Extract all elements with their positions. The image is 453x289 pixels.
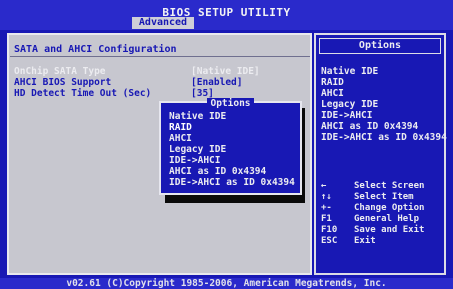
page-title: SATA and AHCI Configuration [14, 44, 177, 55]
popup-title: Options [159, 98, 302, 109]
key-exit: ESC [321, 236, 338, 246]
title-divider [10, 56, 310, 57]
popup-option-ahci-as-id[interactable]: AHCI as ID 0x4394 [169, 166, 266, 177]
bios-title: BIOS SETUP UTILITY [162, 6, 291, 19]
popup-option-ide-to-ahci[interactable]: IDE->AHCI [169, 155, 220, 166]
popup-option-ide-to-ahci-as-id[interactable]: IDE->AHCI as ID 0x4394 [169, 177, 295, 188]
popup-title-text: Options [207, 98, 254, 109]
setting-label-hd-detect-timeout[interactable]: HD Detect Time Out (Sec) [14, 88, 151, 100]
help-title: Options [358, 40, 402, 51]
popup-option-native-ide[interactable]: Native IDE [169, 111, 226, 122]
key-desc: Exit [354, 236, 376, 246]
help-option: IDE->AHCI as ID 0x4394 [321, 132, 447, 143]
popup-option-ahci[interactable]: AHCI [169, 133, 192, 144]
popup-option-legacy-ide[interactable]: Legacy IDE [169, 144, 226, 155]
tab-advanced[interactable]: Advanced [132, 17, 194, 29]
popup-option-raid[interactable]: RAID [169, 122, 192, 133]
copyright-text: v02.61 (C)Copyright 1985-2006, American … [66, 278, 387, 289]
